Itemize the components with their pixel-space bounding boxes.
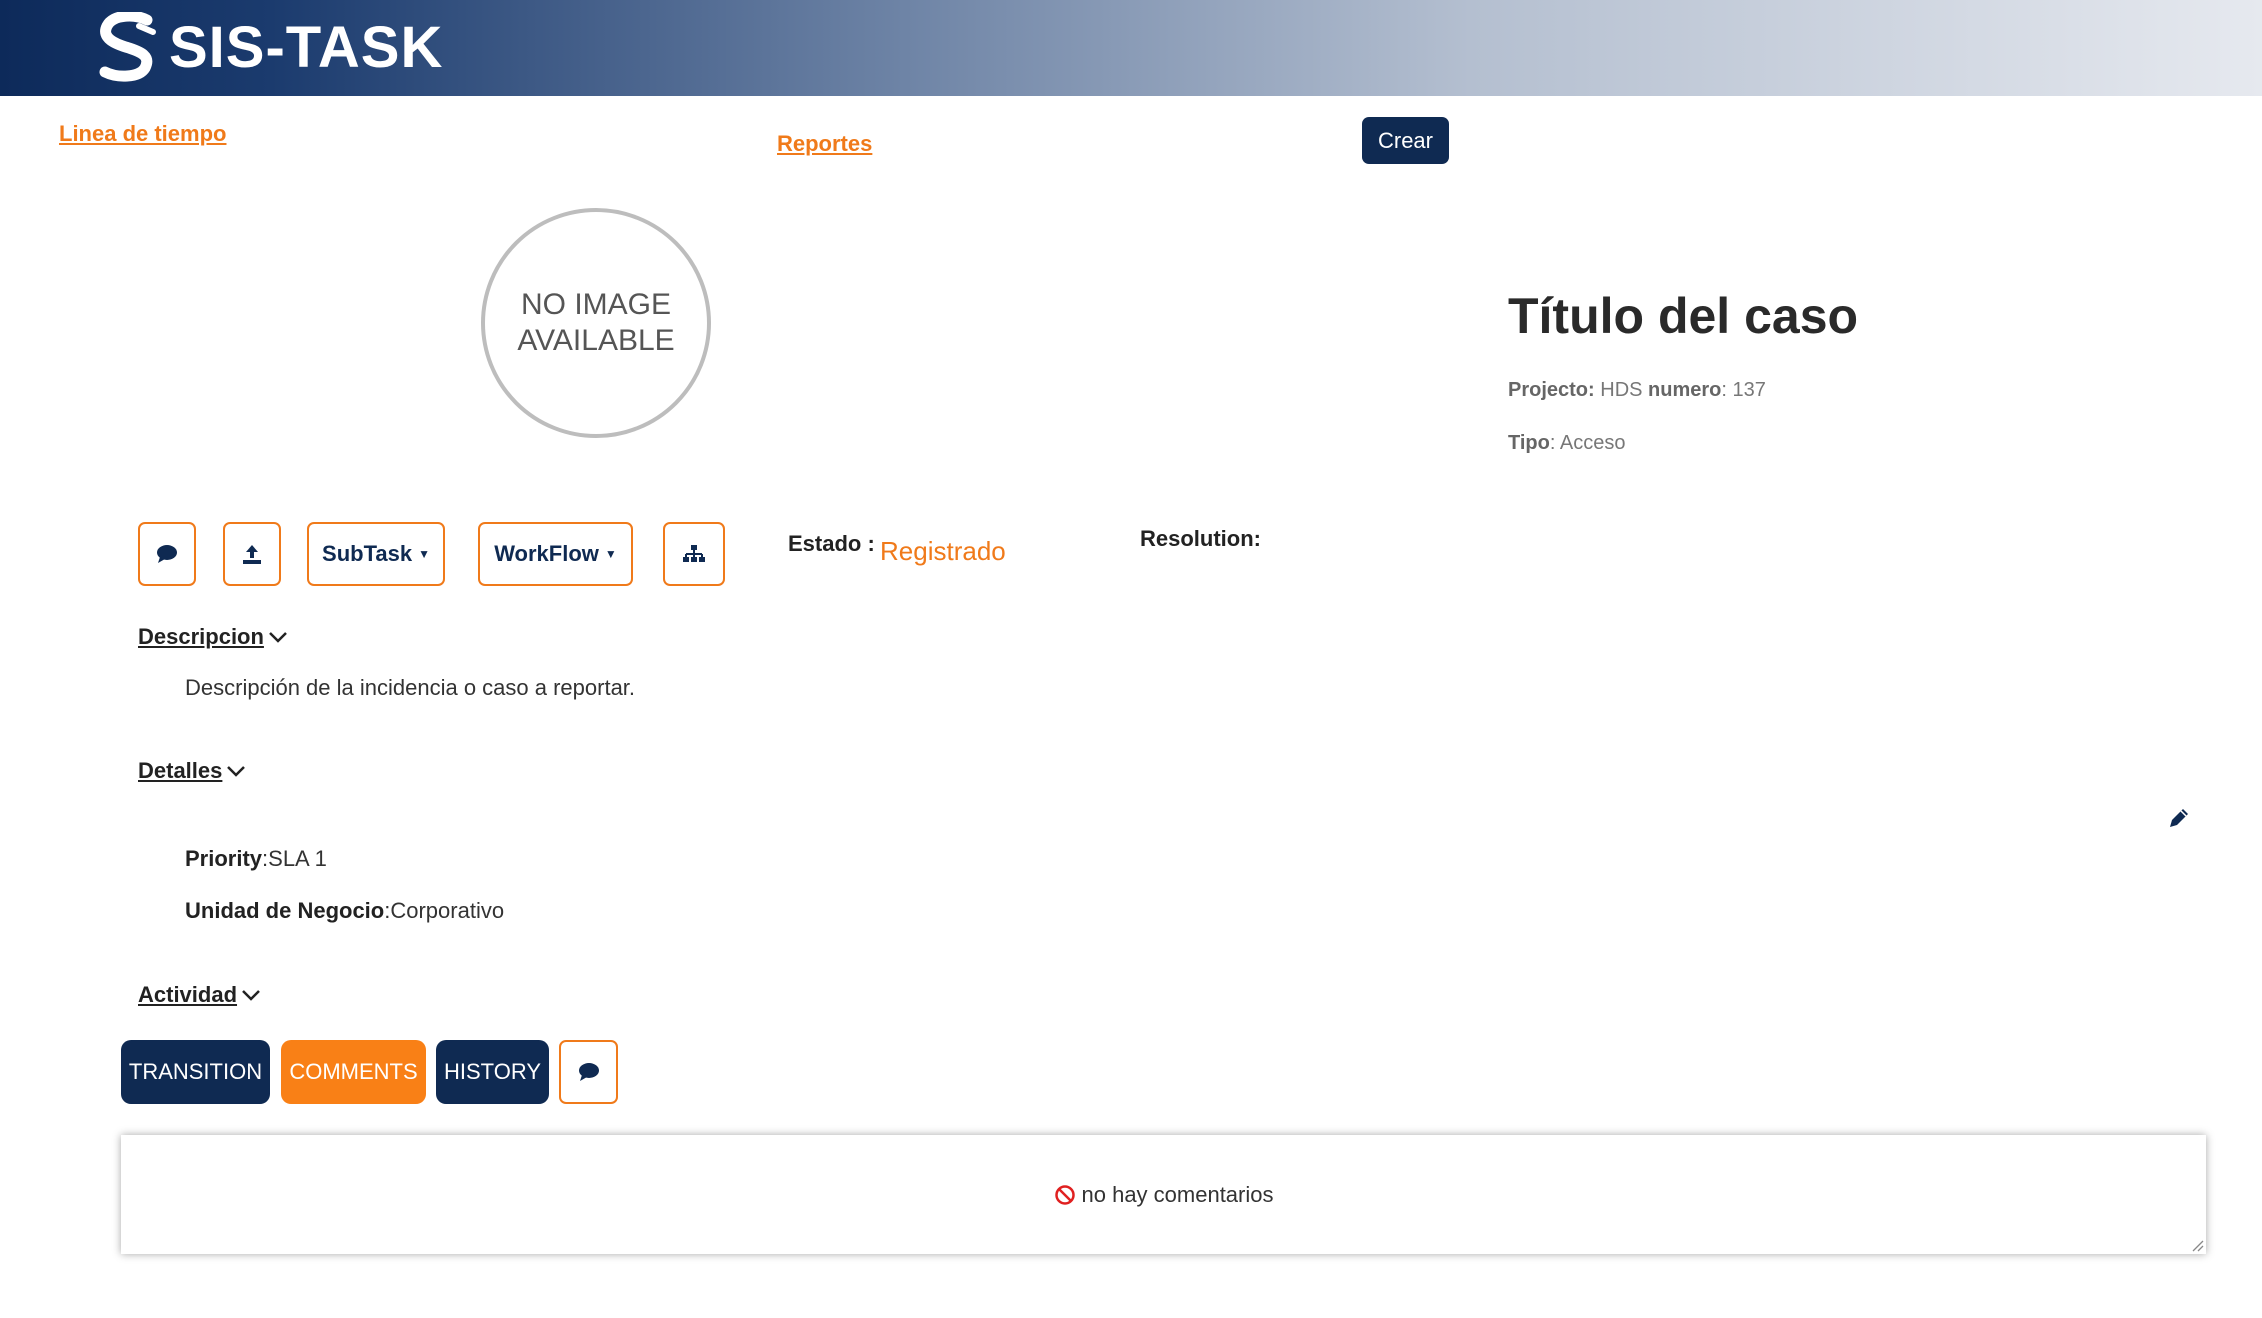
description-heading: Descripcion: [138, 624, 264, 649]
comments-panel[interactable]: no hay comentarios: [121, 1135, 2206, 1254]
chevron-down-icon: [269, 632, 287, 643]
page-title: Título del caso: [1508, 288, 1859, 344]
activity-toggle[interactable]: Actividad: [138, 982, 261, 1008]
estado-label: Estado :: [788, 531, 875, 556]
tab-history[interactable]: HISTORY: [436, 1040, 549, 1104]
chevron-down-icon: ▼: [604, 547, 617, 561]
project-value: HDS: [1600, 379, 1643, 401]
chevron-down-icon: ▼: [418, 547, 430, 561]
upload-icon: [243, 545, 261, 564]
resize-handle-icon[interactable]: [2190, 1238, 2204, 1252]
details-toggle[interactable]: Detalles: [138, 758, 246, 784]
empty-comments-message: no hay comentarios: [1054, 1182, 1274, 1208]
tab-transition[interactable]: TRANSITION: [121, 1040, 270, 1104]
resolution-label: Resolution:: [1140, 526, 1261, 551]
comment-icon: [578, 1063, 599, 1081]
project-label: Projecto:: [1508, 379, 1595, 401]
sis-logo-icon: [99, 12, 156, 82]
status-badge: Registrado: [880, 536, 1006, 566]
project-meta: Projecto: HDS numero: 137: [1508, 379, 1766, 402]
create-button[interactable]: Crear: [1362, 117, 1449, 164]
case-image-placeholder: NO IMAGE AVAILABLE: [481, 208, 711, 438]
tab-comments[interactable]: COMMENTS: [281, 1040, 426, 1104]
subtask-dropdown[interactable]: SubTask ▼: [307, 522, 445, 586]
business-unit-label: Unidad de Negocio: [185, 898, 385, 923]
workflow-dropdown[interactable]: WorkFlow ▼: [478, 522, 633, 586]
type-value: : Acceso: [1549, 432, 1626, 454]
timeline-link[interactable]: Linea de tiempo: [59, 121, 226, 147]
app-name: SIS-TASK: [169, 14, 444, 80]
chevron-down-icon: [227, 766, 246, 777]
business-unit-value: :Corporativo: [384, 898, 505, 923]
priority-row: Priority:SLA 1: [185, 846, 327, 872]
type-label: Tipo: [1508, 432, 1550, 454]
app-logo[interactable]: SIS-TASK: [95, 10, 443, 84]
subtask-label: SubTask: [322, 541, 413, 566]
description-toggle[interactable]: Descripcion: [138, 624, 288, 650]
workflow-label: WorkFlow: [494, 541, 599, 566]
activity-heading: Actividad: [138, 982, 238, 1007]
pencil-icon[interactable]: [2167, 806, 2191, 830]
reports-link[interactable]: Reportes: [777, 131, 872, 157]
empty-comments-text: no hay comentarios: [1081, 1181, 1274, 1207]
priority-value: :SLA 1: [262, 846, 327, 871]
description-text: Descripción de la incidencia o caso a re…: [185, 675, 636, 700]
number-label: numero: [1648, 379, 1722, 401]
chevron-down-icon: [242, 990, 260, 1001]
comment-icon: [157, 545, 177, 563]
hierarchy-button[interactable]: [663, 522, 725, 586]
business-unit-row: Unidad de Negocio:Corporativo: [185, 898, 504, 924]
number-value: : 137: [1721, 379, 1766, 401]
sitemap-icon: [683, 545, 705, 562]
priority-label: Priority: [185, 846, 263, 871]
details-heading: Detalles: [138, 758, 223, 783]
type-meta: Tipo: Acceso: [1508, 432, 1625, 455]
comment-button[interactable]: [138, 522, 196, 586]
add-comment-button[interactable]: [559, 1040, 618, 1104]
upload-button[interactable]: [223, 522, 281, 586]
ban-icon: [1054, 1184, 1075, 1205]
app-header: SIS-TASK: [0, 0, 2262, 96]
